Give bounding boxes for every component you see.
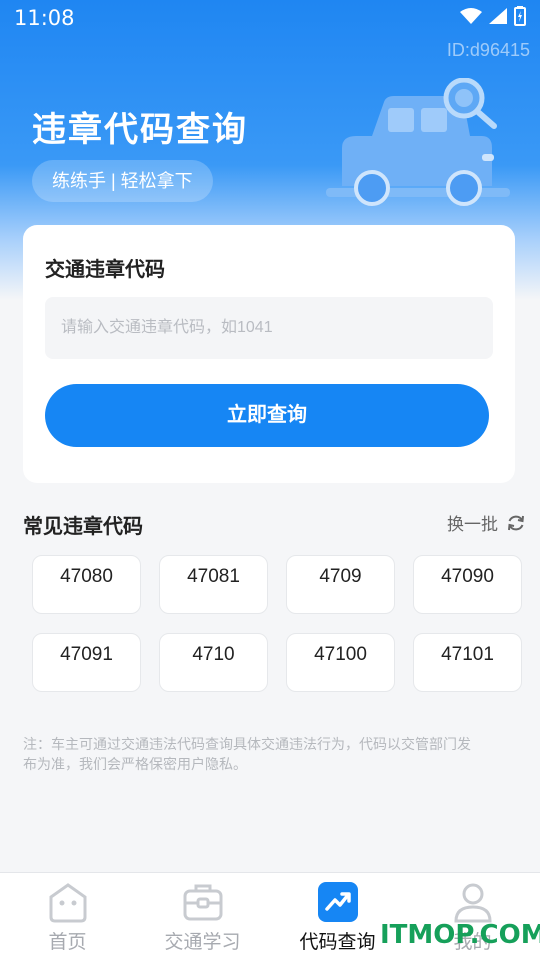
code-chip[interactable]: 47090: [413, 555, 522, 614]
code-chip[interactable]: 4709: [286, 555, 395, 614]
id-label: ID:d96415: [446, 40, 530, 60]
car-illustration: [326, 78, 510, 206]
status-icons: [460, 6, 526, 26]
code-chip[interactable]: 47081: [159, 555, 268, 614]
search-card-title: 交通违章代码: [45, 259, 165, 281]
slogan-badge: 练练手 | 轻松拿下: [32, 160, 213, 202]
privacy-note: 注：车主可通过交通违法代码查询具体交通违法行为，代码以交管部门发布为准，我们会严…: [23, 736, 471, 772]
code-chip[interactable]: 47101: [413, 633, 522, 692]
violation-code-input[interactable]: [45, 297, 493, 359]
status-time: 11:08: [14, 6, 75, 30]
tab-learning[interactable]: 交通学习: [135, 873, 270, 960]
common-codes-grid: 47080 47081 4709 47090 47091 4710 47100 …: [32, 555, 524, 692]
refresh-icon: [508, 515, 524, 530]
refresh-button[interactable]: 换一批: [447, 510, 526, 535]
trend-icon: [318, 882, 358, 922]
common-codes-title: 常见违章代码: [23, 516, 143, 538]
battery-icon: [514, 6, 526, 26]
status-bar: 11:08: [0, 0, 540, 38]
query-button[interactable]: 立即查询: [45, 384, 489, 447]
code-chip[interactable]: 47091: [32, 633, 141, 692]
signal-icon: [489, 8, 507, 24]
code-chip[interactable]: 47100: [286, 633, 395, 692]
user-icon: [454, 883, 492, 923]
refresh-label: 换一批: [447, 515, 498, 534]
tab-home[interactable]: 首页: [0, 873, 135, 960]
home-icon: [49, 883, 87, 923]
tab-learning-label: 交通学习: [164, 932, 241, 953]
wifi-icon: [460, 8, 482, 24]
code-chip[interactable]: 4710: [159, 633, 268, 692]
briefcase-icon: [183, 884, 223, 921]
page-title: 违章代码查询: [32, 111, 248, 149]
site-watermark: ITMOP.COM: [380, 920, 540, 950]
search-card: 交通违章代码 立即查询: [23, 225, 515, 483]
code-chip[interactable]: 47080: [32, 555, 141, 614]
tab-home-label: 首页: [48, 932, 87, 953]
